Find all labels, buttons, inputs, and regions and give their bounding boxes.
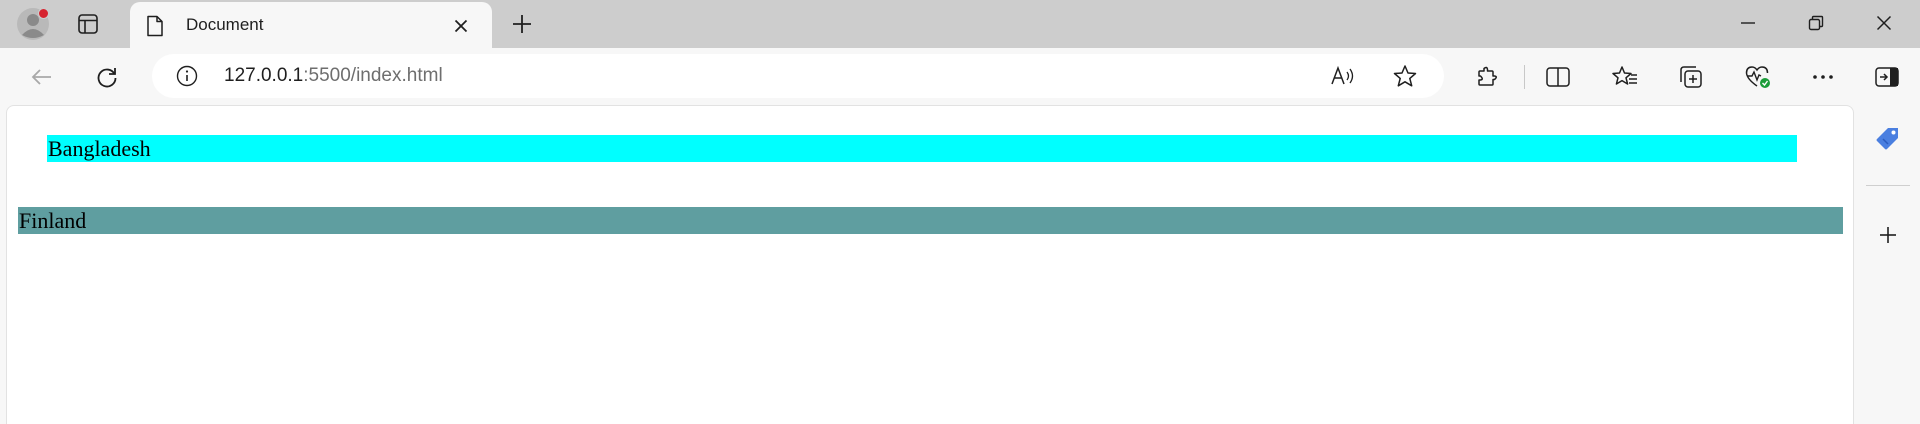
favorites-icon <box>1612 66 1637 85</box>
address-bar[interactable]: 127.0.0.1:5500/index.html <box>152 54 1444 98</box>
url-path: :5500/index.html <box>303 65 443 86</box>
url-text[interactable]: 127.0.0.1:5500/index.html <box>224 65 443 87</box>
split-screen-button[interactable] <box>1543 62 1573 92</box>
notification-dot <box>38 8 49 19</box>
restore-icon <box>1808 15 1824 31</box>
tab-actions-button[interactable] <box>74 10 102 38</box>
refresh-icon <box>97 68 117 88</box>
collections-button[interactable] <box>1677 62 1707 92</box>
favorite-star-icon[interactable] <box>1392 64 1418 93</box>
split-screen-icon <box>1546 67 1570 87</box>
shopping-tag-icon <box>1876 128 1898 150</box>
refresh-button[interactable] <box>92 62 122 92</box>
favorites-button[interactable] <box>1610 62 1640 92</box>
more-button[interactable] <box>1808 62 1838 92</box>
country-item-bangladesh: Bangladesh <box>47 135 1797 162</box>
read-aloud-icon[interactable] <box>1330 64 1356 93</box>
plus-icon <box>513 15 531 33</box>
sidebar-toggle-button[interactable] <box>1872 62 1902 92</box>
new-tab-button[interactable] <box>508 10 536 38</box>
url-host: 127.0.0.1 <box>224 65 304 86</box>
close-tab-icon[interactable] <box>450 15 472 37</box>
close-window-button[interactable] <box>1850 0 1918 46</box>
close-icon <box>1876 15 1892 31</box>
add-sidebar-app-button[interactable] <box>1872 219 1904 251</box>
tab-title: Document <box>186 15 264 34</box>
page-viewport: Bangladesh Finland <box>6 105 1854 424</box>
more-icon <box>1813 75 1833 79</box>
extensions-button[interactable] <box>1472 62 1502 92</box>
restore-button[interactable] <box>1782 0 1850 46</box>
back-icon <box>31 69 51 85</box>
add-icon <box>1880 227 1896 243</box>
extensions-icon <box>1478 66 1497 86</box>
browser-toolbar: 127.0.0.1:5500/index.html <box>0 48 1920 105</box>
toolbar-separator <box>1524 65 1525 89</box>
tab-strip: Document <box>0 0 1920 48</box>
shopping-button[interactable] <box>1872 123 1904 155</box>
profile-avatar[interactable] <box>16 7 50 41</box>
minimize-button[interactable] <box>1714 0 1782 46</box>
info-icon[interactable] <box>176 65 198 92</box>
document-icon <box>146 15 164 42</box>
back-button[interactable] <box>27 62 57 92</box>
tab-document[interactable]: Document <box>130 2 492 48</box>
browser-essentials-icon <box>1745 66 1770 88</box>
sidebar-toggle-icon <box>1875 67 1899 87</box>
sidebar-separator <box>1866 185 1910 186</box>
collections-icon <box>1680 66 1702 88</box>
browser-essentials-button[interactable] <box>1743 62 1773 92</box>
tab-actions-icon <box>78 14 98 34</box>
minimize-icon <box>1741 22 1755 24</box>
edge-sidebar <box>1856 105 1920 424</box>
country-item-finland: Finland <box>18 207 1843 234</box>
